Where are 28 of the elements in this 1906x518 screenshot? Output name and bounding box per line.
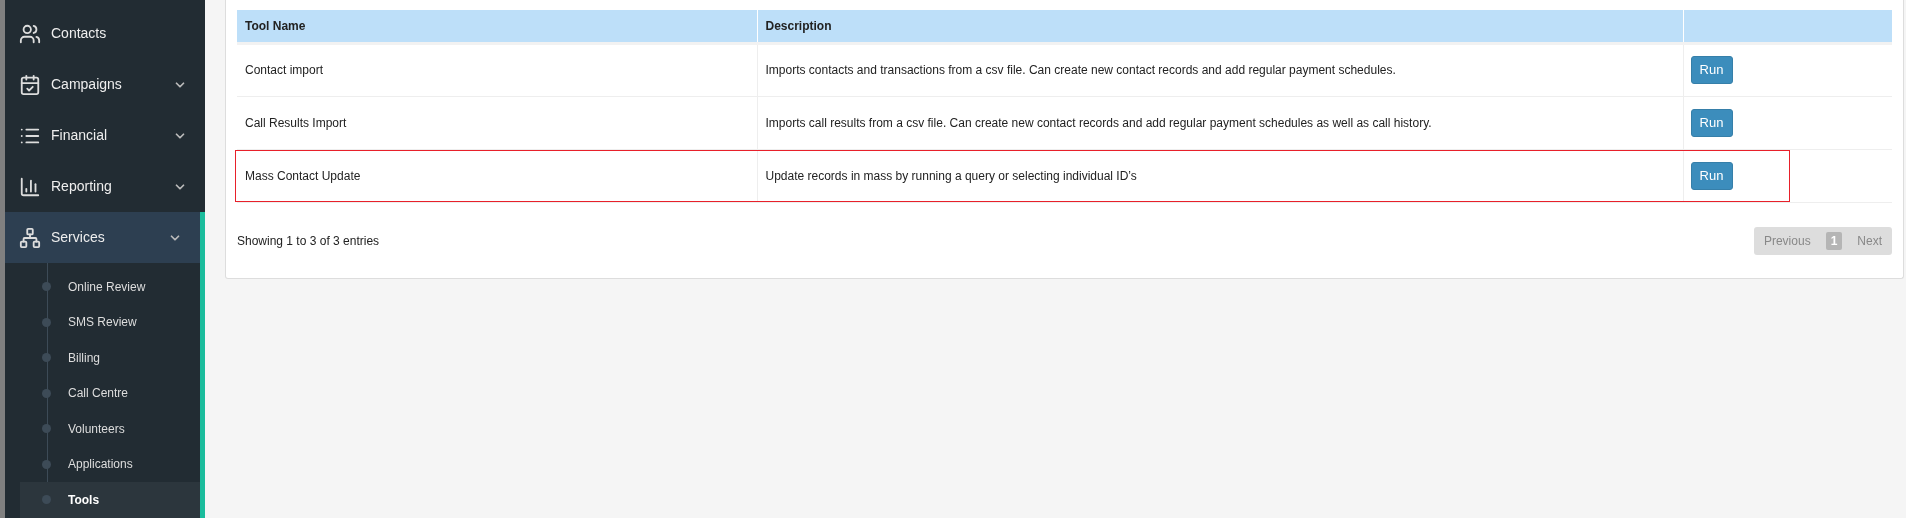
- table-cell: Imports contacts and transactions from a csv file. Can create new contact records and add regular payment schedules.: [757, 43, 1683, 96]
- table-cell: Update records in mass by running a query or selecting individual ID’s: [757, 149, 1683, 202]
- sidebar-item[interactable]: Campaigns: [5, 59, 205, 110]
- submenu-item[interactable]: Billing: [20, 340, 200, 376]
- sidebar-item[interactable]: Reporting: [5, 161, 205, 212]
- run-button[interactable]: Run: [1690, 56, 1733, 84]
- table-cell: Imports call results from a csv file. Can create new contact records and add regular payment schedules as well as call history.: [757, 96, 1683, 149]
- sidebar-item[interactable]: Services: [5, 212, 205, 263]
- users-icon: [19, 22, 41, 45]
- calendar-check-icon: [19, 73, 41, 96]
- table-cell: Mass Contact Update: [237, 149, 757, 202]
- submenu-item[interactable]: Volunteers: [20, 411, 200, 447]
- submenu-item[interactable]: Applications: [20, 446, 200, 482]
- table-cell: Call Results Import: [237, 96, 757, 149]
- column-header: Description: [757, 10, 1683, 43]
- submenu-item[interactable]: Tools: [20, 482, 200, 518]
- sitemap-icon: [19, 226, 41, 249]
- run-button[interactable]: Run: [1690, 161, 1733, 190]
- submenu-item[interactable]: Online Review: [20, 269, 200, 305]
- run-button[interactable]: Run: [1690, 108, 1733, 137]
- sidebar-item[interactable]: Financial: [5, 110, 205, 161]
- submenu-item[interactable]: Call Centre: [20, 375, 200, 411]
- sidebar-item[interactable]: Contacts: [5, 8, 205, 59]
- submenu-item[interactable]: SMS Review: [20, 304, 200, 340]
- entries-info: Showing 1 to 3 of 3 entries: [237, 232, 380, 250]
- bar-chart-icon: [19, 175, 41, 198]
- column-header: Tool Name: [237, 10, 757, 43]
- table-cell: Contact import: [237, 43, 757, 96]
